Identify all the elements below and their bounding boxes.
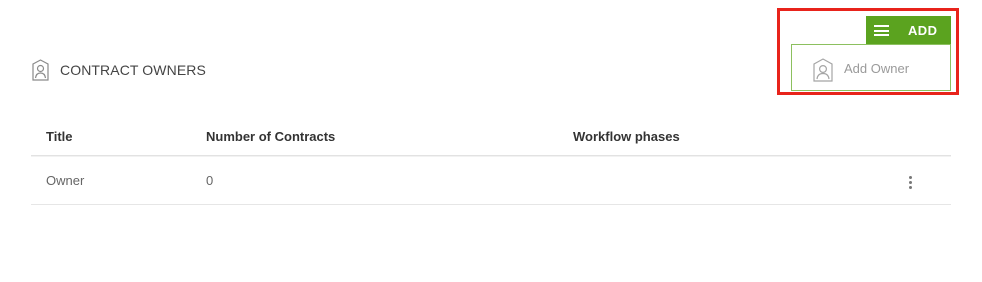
menu-item-add-owner[interactable]: Add Owner bbox=[792, 45, 950, 90]
person-icon bbox=[813, 58, 833, 82]
section-title: CONTRACT OWNERS bbox=[60, 62, 206, 78]
table-row[interactable]: Owner 0 bbox=[31, 157, 951, 205]
hamburger-icon bbox=[874, 25, 889, 36]
add-button[interactable]: ADD bbox=[866, 16, 951, 44]
cell-title: Owner bbox=[46, 173, 85, 188]
contract-owners-table: Title Number of Contracts Workflow phase… bbox=[31, 116, 951, 205]
section-header: CONTRACT OWNERS bbox=[32, 59, 206, 81]
table-header: Title Number of Contracts Workflow phase… bbox=[31, 116, 951, 156]
column-header-workflow-phases[interactable]: Workflow phases bbox=[573, 129, 680, 144]
person-icon bbox=[32, 59, 49, 81]
menu-item-label: Add Owner bbox=[844, 61, 910, 76]
cell-number-of-contracts: 0 bbox=[206, 173, 214, 188]
column-header-title[interactable]: Title bbox=[46, 129, 73, 144]
column-header-number-of-contracts[interactable]: Number of Contracts bbox=[206, 129, 335, 144]
row-actions-kebab-icon[interactable] bbox=[903, 173, 917, 191]
add-button-label: ADD bbox=[908, 23, 938, 38]
add-dropdown-menu: Add Owner bbox=[791, 44, 951, 91]
